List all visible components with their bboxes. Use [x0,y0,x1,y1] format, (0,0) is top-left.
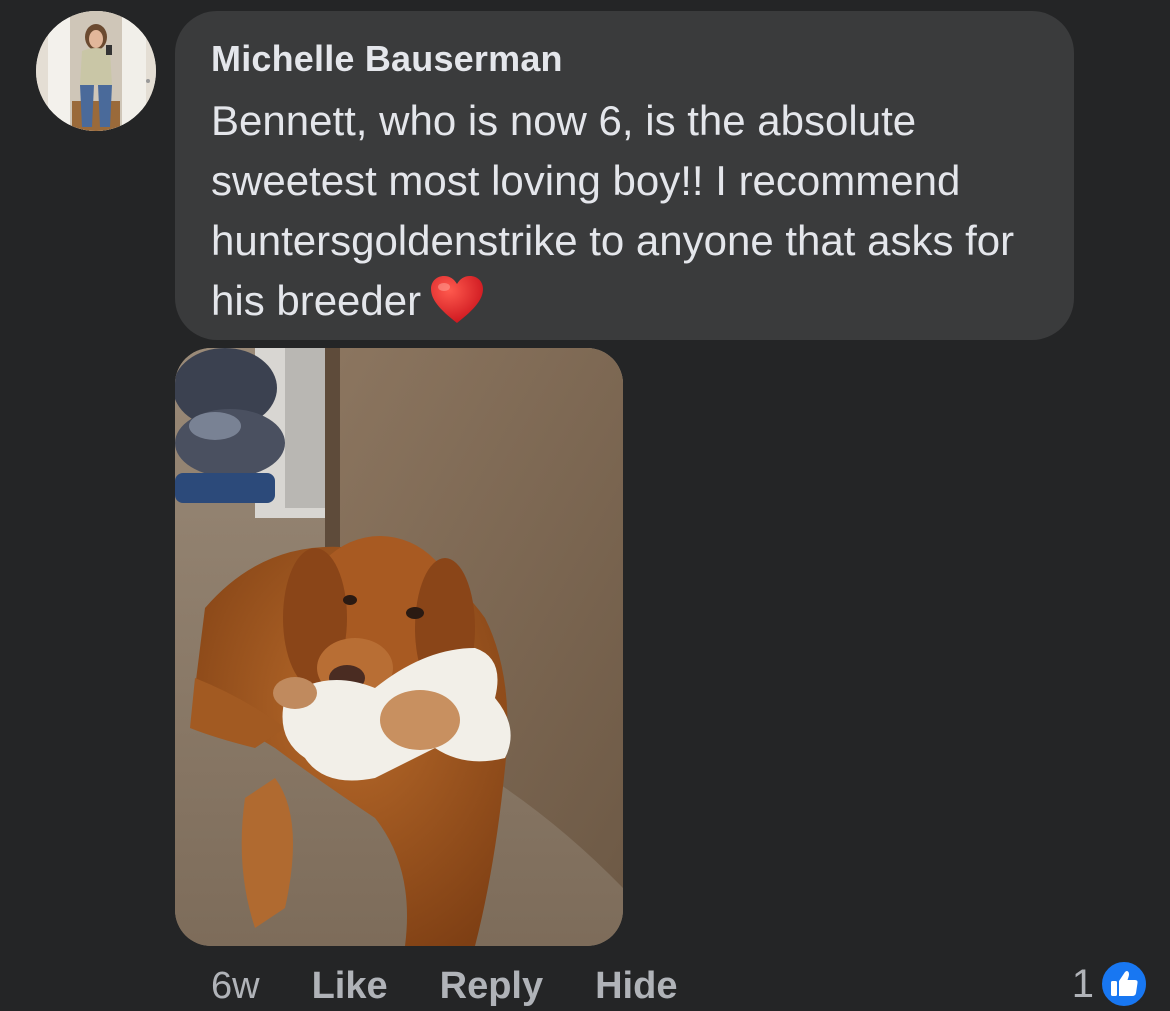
like-button[interactable]: Like [312,965,388,1008]
hide-button[interactable]: Hide [595,965,677,1008]
red-heart-icon [429,275,485,341]
comment-body: Bennett, who is now 6, is the absolute s… [211,91,1051,341]
avatar-photo [36,11,156,131]
comment-text: Bennett, who is now 6, is the absolute s… [211,97,1015,324]
reaction-count: 1 [1071,961,1094,1006]
comment-timestamp[interactable]: 6w [211,965,260,1008]
avatar[interactable] [36,11,156,131]
reaction-summary[interactable]: 1 [1072,958,1148,1010]
like-icon [1100,960,1148,1008]
comment-bubble: Michelle Bauserman Bennett, who is now 6… [175,11,1074,340]
dog-photo-image [175,348,623,946]
reply-button[interactable]: Reply [440,965,543,1008]
comment-actions: 6w Like Reply Hide [211,962,729,1010]
comment-photo[interactable] [175,348,623,946]
comment-author[interactable]: Michelle Bauserman [211,41,1038,77]
comment-screen: Michelle Bauserman Bennett, who is now 6… [0,0,1170,1011]
